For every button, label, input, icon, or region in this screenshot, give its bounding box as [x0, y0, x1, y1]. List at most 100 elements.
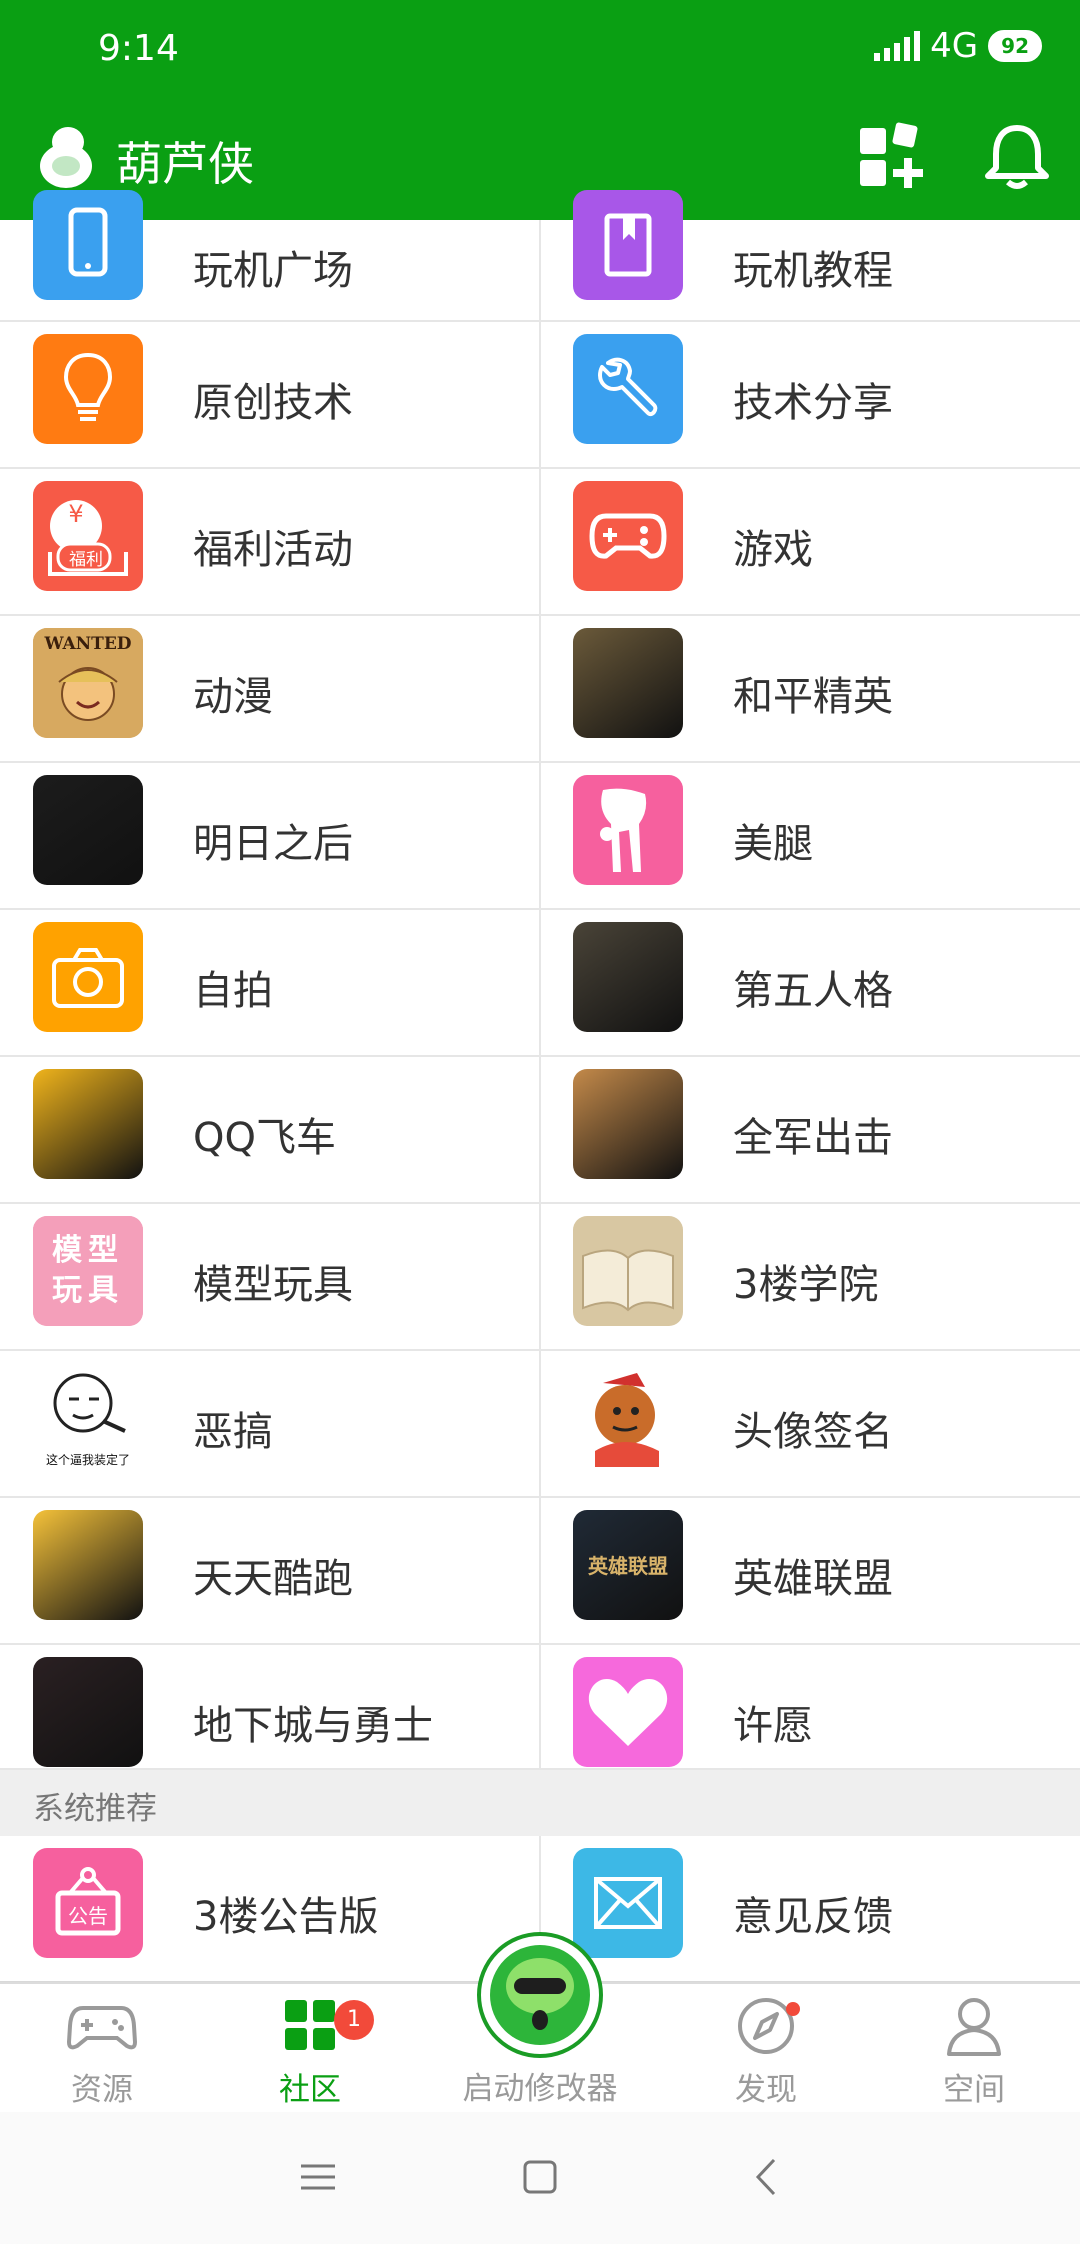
notification-badge: 1	[334, 2000, 374, 2040]
category-label: 福利活动	[193, 527, 353, 573]
category-notice-board[interactable]: 公告 3楼公告版	[0, 1836, 541, 1981]
welfare-icon: ¥ 福利	[33, 481, 143, 591]
battery-indicator: 92	[988, 30, 1042, 62]
icon-text: 福利	[69, 550, 103, 570]
category-item[interactable]: 和平精英	[540, 616, 1079, 761]
category-item[interactable]: QQ飞车	[0, 1057, 541, 1202]
category-label: 玩机教程	[733, 248, 893, 294]
status-right: 4G 92	[874, 26, 1042, 66]
category-item[interactable]: 明日之后	[0, 763, 541, 908]
category-row: 原创技术 技术分享	[0, 322, 1080, 469]
huluxia-mascot-icon	[490, 1945, 590, 2045]
legs-icon	[573, 775, 683, 885]
model-toy-icon: 模型玩具	[33, 1216, 143, 1326]
category-item[interactable]: 玩机广场	[0, 190, 541, 320]
camera-icon	[33, 922, 143, 1032]
category-label: 全军出击	[733, 1115, 893, 1161]
category-grid: 玩机广场 玩机教程原创技术 技术分享 ¥ 福利 福利活动 游戏 WANTED 动漫 和平精英明日之…	[0, 190, 1080, 1792]
category-item[interactable]: 这个逼我装定了 恶搞	[0, 1351, 541, 1496]
category-row: QQ飞车 全军出击	[0, 1057, 1080, 1204]
category-item[interactable]: 原创技术	[0, 322, 541, 467]
category-item[interactable]: 3楼学院	[540, 1204, 1079, 1349]
category-row: 明日之后 美腿	[0, 763, 1080, 910]
icon-text: 模型玩具	[52, 1233, 124, 1308]
add-app-icon[interactable]	[856, 122, 926, 192]
wrench-icon	[573, 334, 683, 444]
category-label: 天天酷跑	[193, 1556, 353, 1602]
category-label: 美腿	[733, 821, 813, 867]
meme-face-icon: 这个逼我装定了	[33, 1363, 143, 1473]
category-item[interactable]: 游戏	[540, 469, 1079, 614]
category-feedback[interactable]: 意见反馈	[540, 1836, 1079, 1981]
section-header: 系统推荐	[0, 1768, 1080, 1836]
category-row: 模型玩具 模型玩具 3楼学院	[0, 1204, 1080, 1351]
icon-text: WANTED	[44, 634, 132, 654]
category-item[interactable]: 技术分享	[540, 322, 1079, 467]
category-label: 自拍	[193, 968, 273, 1014]
category-label: 许愿	[733, 1703, 813, 1749]
bell-icon[interactable]	[982, 122, 1052, 192]
category-row: WANTED 动漫 和平精英	[0, 616, 1080, 763]
open-book-icon	[573, 1216, 683, 1326]
status-bar: 9:14 4G 92	[0, 0, 1080, 100]
tab-profile[interactable]: 空间	[894, 1994, 1054, 2109]
tab-discover[interactable]: 发现	[686, 1994, 846, 2109]
category-item[interactable]: 天天酷跑	[0, 1498, 541, 1643]
category-label: 原创技术	[193, 380, 353, 426]
notice-board-icon: 公告	[33, 1848, 143, 1958]
network-type: 4G	[930, 26, 979, 66]
category-label: 3楼公告版	[193, 1894, 379, 1940]
category-label: 和平精英	[733, 674, 893, 720]
category-row: ¥ 福利 福利活动 游戏	[0, 469, 1080, 616]
category-label: 游戏	[733, 527, 813, 573]
svg-text:¥: ¥	[68, 500, 83, 528]
category-item[interactable]: 模型玩具 模型玩具	[0, 1204, 541, 1349]
category-label: 第五人格	[733, 968, 893, 1014]
category-label: 头像签名	[733, 1409, 893, 1455]
page-title: 葫芦侠	[116, 137, 254, 191]
gamepad-icon	[573, 481, 683, 591]
category-label: 3楼学院	[733, 1262, 879, 1308]
back-icon[interactable]	[742, 2152, 792, 2202]
tab-resources[interactable]: 资源	[22, 1994, 182, 2109]
game-art-icon	[33, 1510, 143, 1620]
launch-modifier-button[interactable]	[477, 1932, 603, 2058]
category-item[interactable]: 头像签名	[540, 1351, 1079, 1496]
category-label: 意见反馈	[733, 1894, 893, 1940]
category-label: 明日之后	[193, 821, 353, 867]
category-label: 技术分享	[733, 380, 893, 426]
game-art-icon	[33, 775, 143, 885]
category-row: 天天酷跑 英雄联盟 英雄联盟	[0, 1498, 1080, 1645]
category-item[interactable]: ¥ 福利 福利活动	[0, 469, 541, 614]
lightbulb-icon	[33, 334, 143, 444]
category-item[interactable]: 美腿	[540, 763, 1079, 908]
category-item[interactable]: 玩机教程	[540, 190, 1079, 320]
cartoon-avatar-icon	[573, 1363, 683, 1473]
anime-poster-icon: WANTED	[33, 628, 143, 738]
menu-icon[interactable]	[293, 2152, 343, 2202]
phone-icon	[33, 190, 143, 300]
category-label: 模型玩具	[193, 1262, 353, 1308]
category-label: QQ飞车	[193, 1115, 336, 1161]
game-art-icon	[33, 1069, 143, 1179]
notice-board-text: 公告	[68, 1904, 108, 1928]
category-item[interactable]: 全军出击	[540, 1057, 1079, 1202]
launch-modifier-label: 启动修改器	[462, 2071, 618, 2107]
game-art-icon	[573, 628, 683, 738]
category-item[interactable]: 英雄联盟 英雄联盟	[540, 1498, 1079, 1643]
game-art-icon	[573, 1069, 683, 1179]
category-item[interactable]: WANTED 动漫	[0, 616, 541, 761]
home-icon[interactable]	[515, 2152, 565, 2202]
category-label: 地下城与勇士	[193, 1703, 433, 1749]
tab-label: 空间	[943, 2072, 1005, 2108]
game-art-icon	[573, 922, 683, 1032]
category-item[interactable]: 第五人格	[540, 910, 1079, 1055]
tab-community[interactable]: 1 社区	[230, 1994, 390, 2109]
icon-text: 这个逼我装定了	[45, 1453, 130, 1467]
tab-label: 社区	[279, 2072, 341, 2108]
category-row: 玩机广场 玩机教程	[0, 190, 1080, 322]
category-label: 玩机广场	[193, 248, 353, 294]
category-item[interactable]: 自拍	[0, 910, 541, 1055]
new-indicator-dot	[786, 2002, 800, 2016]
signal-icon	[874, 31, 921, 61]
